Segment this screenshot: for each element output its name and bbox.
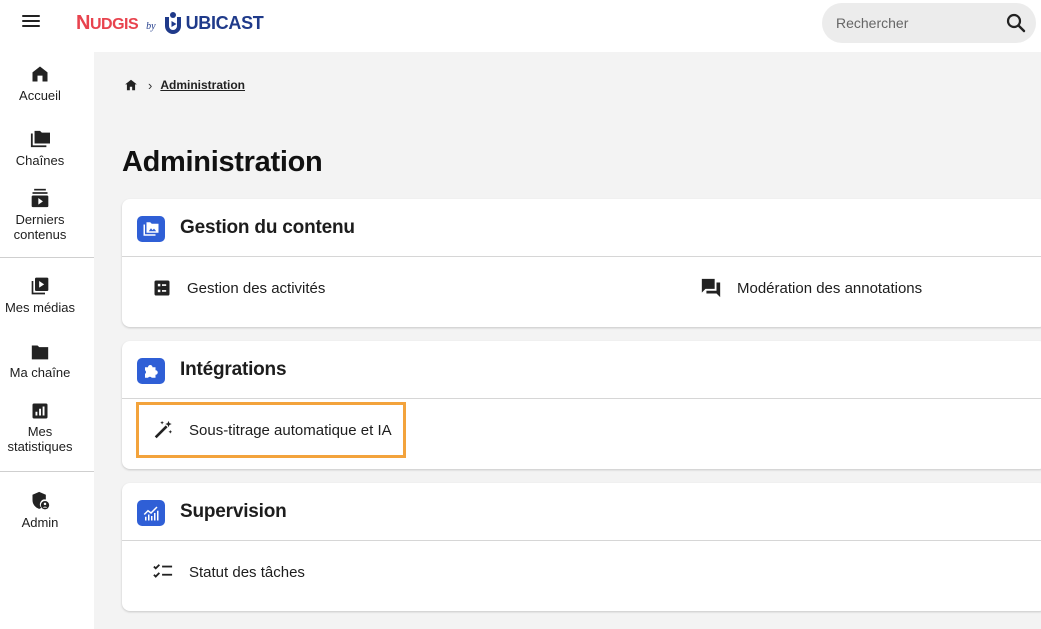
sidebar-item-mes-statistiques[interactable]: Mes statistiques bbox=[0, 402, 80, 454]
search-bar bbox=[822, 3, 1036, 43]
sidebar-item-label: Mes médias bbox=[4, 300, 76, 315]
ubicast-mark-icon bbox=[164, 12, 181, 34]
extension-icon bbox=[137, 358, 165, 384]
subscriptions-icon bbox=[31, 188, 49, 208]
perm-media-icon bbox=[137, 216, 165, 242]
link-label: Gestion des activités bbox=[187, 279, 326, 297]
sidebar-divider bbox=[0, 257, 94, 258]
sidebar-item-label: Ma chaîne bbox=[9, 365, 71, 380]
sidebar-item-ma-chaine[interactable]: Ma chaîne bbox=[0, 343, 80, 380]
sidebar-item-accueil[interactable]: Accueil bbox=[0, 64, 80, 103]
menu-icon[interactable] bbox=[22, 12, 44, 34]
section-header: Supervision bbox=[122, 483, 1041, 541]
section-integrations: Intégrations Sous-titrage automatique et… bbox=[122, 341, 1041, 469]
link-label: Modération des annotations bbox=[737, 279, 923, 297]
monitoring-icon bbox=[137, 500, 165, 526]
sidebar-item-label: Mes statistiques bbox=[7, 424, 73, 454]
sidebar-item-label: Accueil bbox=[19, 88, 61, 103]
chevron-right-icon: › bbox=[148, 77, 153, 93]
analytics-icon bbox=[32, 403, 48, 419]
section-title: Gestion du contenu bbox=[180, 217, 355, 238]
list-alt-icon bbox=[154, 280, 170, 296]
folders-icon bbox=[30, 130, 50, 148]
breadcrumb-administration[interactable]: Administration bbox=[160, 78, 245, 92]
main-content: › Administration Administration Gestion … bbox=[94, 52, 1041, 629]
link-statut-des-taches[interactable]: Statut des tâches bbox=[152, 559, 305, 585]
sidebar-item-label: Derniers contenus bbox=[13, 212, 67, 242]
link-gestion-des-activites[interactable]: Gestion des activités bbox=[152, 275, 325, 301]
nudgis-logo[interactable]: NUDGIS by UBICAST bbox=[76, 8, 264, 38]
section-title: Supervision bbox=[180, 501, 287, 522]
logo-ubicast: UBICAST bbox=[185, 12, 264, 33]
top-bar: NUDGIS by UBICAST bbox=[0, 0, 1041, 46]
sidebar-item-admin[interactable]: Admin bbox=[0, 491, 80, 530]
search-input[interactable] bbox=[836, 13, 996, 33]
logo-by: by bbox=[146, 20, 156, 32]
breadcrumb-home-icon[interactable] bbox=[124, 78, 138, 92]
section-gestion-du-contenu: Gestion du contenu Gestion des activités bbox=[122, 199, 1041, 327]
sidebar-item-derniers-contenus[interactable]: Derniers contenus bbox=[0, 188, 80, 242]
link-sous-titrage-automatique[interactable]: Sous-titrage automatique et IA bbox=[152, 417, 392, 443]
section-header: Gestion du contenu bbox=[122, 199, 1041, 257]
home-icon bbox=[32, 66, 48, 82]
auto-fix-icon bbox=[154, 420, 173, 439]
link-label: Sous-titrage automatique et IA bbox=[189, 421, 392, 439]
sidebar-item-label: Admin bbox=[21, 515, 59, 530]
link-moderation-des-annotations[interactable]: Modération des annotations bbox=[700, 275, 922, 301]
forum-icon bbox=[701, 278, 721, 298]
video-library-icon bbox=[31, 277, 49, 295]
search-icon[interactable] bbox=[1004, 11, 1028, 35]
checklist-icon bbox=[153, 564, 173, 578]
section-supervision: Supervision Statut des tâches bbox=[122, 483, 1041, 611]
breadcrumb: › Administration bbox=[124, 76, 245, 94]
section-header: Intégrations bbox=[122, 341, 1041, 399]
logo-nudgis: NUDGIS bbox=[76, 11, 139, 34]
sidebar-item-mes-medias[interactable]: Mes médias bbox=[0, 276, 80, 315]
sidebar-item-chaines[interactable]: Chaînes bbox=[0, 129, 80, 168]
folder-icon bbox=[31, 345, 49, 360]
sidebar: Accueil Chaînes Derniers contenus Mes mé… bbox=[0, 46, 94, 629]
sidebar-divider bbox=[0, 471, 94, 472]
admin-shield-icon bbox=[32, 491, 50, 510]
section-title: Intégrations bbox=[180, 359, 287, 380]
page-title: Administration bbox=[122, 146, 323, 178]
link-label: Statut des tâches bbox=[189, 563, 305, 581]
sidebar-item-label: Chaînes bbox=[15, 153, 65, 168]
